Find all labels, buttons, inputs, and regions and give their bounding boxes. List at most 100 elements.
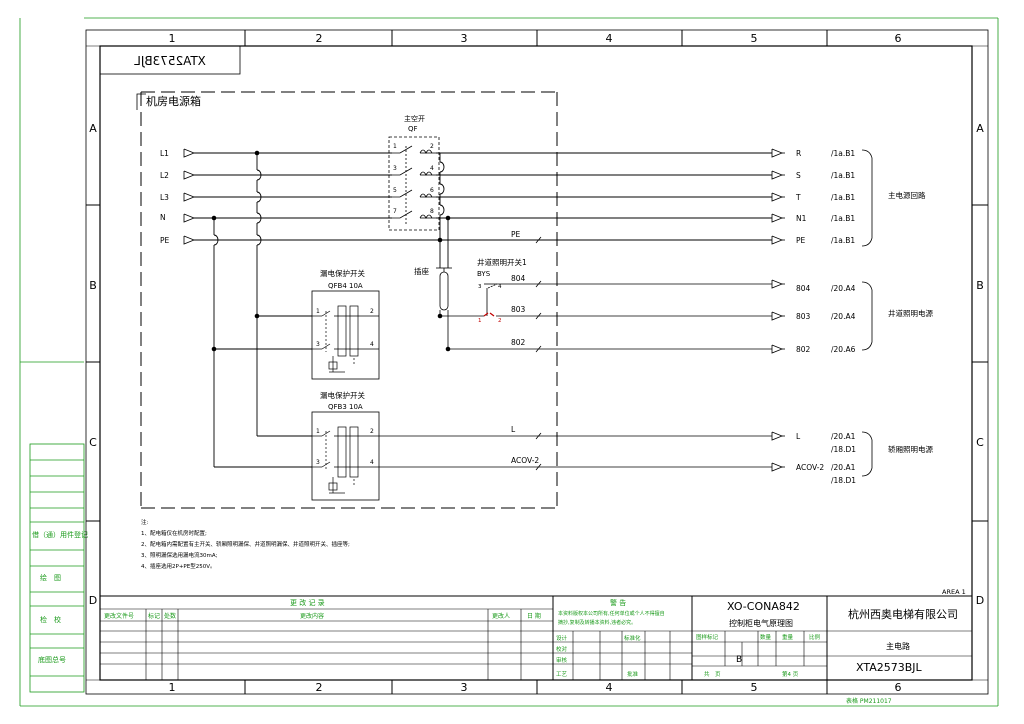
note-head: 注:	[141, 518, 149, 526]
total-pages: 共 页	[704, 670, 721, 678]
rcd1-box	[311, 290, 380, 380]
shaft-wire-803: 803	[511, 305, 526, 314]
rcd2-t3: 3	[316, 459, 320, 466]
input-l1: L1	[160, 149, 169, 158]
warning-line1: 本资料版权本公司所有,任何单位或个人不得擅自	[558, 610, 665, 617]
main-switch-code: QF	[408, 125, 418, 133]
warning-line2: 摘抄,复制及转播本资料,违者必究。	[558, 619, 636, 626]
box-title: 机房电源箱	[146, 94, 201, 108]
main-switch-name: 主空开	[404, 114, 425, 123]
col-1-top: 1	[169, 32, 176, 45]
mirror-code: XTA2573BJL	[134, 54, 206, 68]
out-ref-n1: /1a.B1	[831, 214, 855, 223]
sign-process: 工艺	[556, 671, 568, 678]
note-2: 2、配电箱内需配置有主开关、轿厢照明漏保、井道照明漏保、井道照明开关、插座等;	[141, 540, 350, 548]
qf-t7: 7	[393, 208, 397, 215]
socket-label: 插座	[414, 266, 429, 276]
row-c-right: C	[976, 436, 984, 449]
shaft-wire-804: 804	[511, 274, 526, 283]
shaft-switch-name: 井道照明开关1	[477, 257, 527, 267]
out-car-acov-ref2: /18.D1	[831, 476, 856, 485]
qf-t3: 3	[393, 165, 397, 172]
shaft-switch-code: BYS	[477, 270, 491, 278]
strip-reg: 借（通）用件登记	[32, 530, 88, 539]
rcd1-code: QFB4 10A	[328, 282, 363, 290]
sheet-number: 第4 页	[782, 670, 799, 678]
title-block-lines	[100, 595, 972, 680]
brace-main	[861, 149, 873, 247]
input-pe: PE	[160, 236, 170, 245]
col-5-bottom: 5	[751, 681, 758, 694]
rcd2-name: 漏电保护开关	[320, 390, 365, 400]
sign-design: 设计	[556, 634, 568, 642]
row-a-right: A	[976, 122, 984, 135]
area-label: AREA 1	[942, 588, 966, 596]
shaft-switch-symbol	[440, 283, 772, 350]
rcd2-t1: 1	[316, 428, 320, 435]
note-3: 3、照明漏保选用漏电流30mA;	[141, 551, 218, 559]
main-bus-lines	[194, 152, 772, 468]
out-car-acov-ref1: /20.A1	[831, 463, 856, 472]
sign-check: 校对	[556, 645, 568, 653]
enclosure-dashed	[140, 91, 558, 509]
out-car-acov: ACOV-2	[796, 463, 824, 472]
company-name: 杭州西奥电梯有限公司	[848, 607, 958, 621]
rev-h-date: 日 期	[527, 612, 541, 620]
out-ref-s: /1a.B1	[831, 171, 855, 180]
warning-title: 警 告	[610, 598, 626, 607]
out-wire-t: T	[795, 193, 801, 202]
qf-t5: 5	[393, 187, 397, 194]
rev-h-mark: 标记	[148, 612, 160, 620]
qf-t8: 8	[430, 208, 434, 215]
drawing-code: XTA2573BJL	[856, 661, 923, 674]
col-4-bottom: 4	[606, 681, 613, 694]
socket-symbol	[436, 267, 452, 349]
out-wire-s: S	[796, 171, 801, 180]
bys-t4: 4	[498, 284, 502, 290]
form-code: 表格 PM211017	[846, 697, 892, 705]
rcd2-t2: 2	[370, 428, 374, 435]
row-a-left: A	[89, 122, 97, 135]
out-shaft-804-ref: /20.A4	[831, 284, 856, 293]
input-n: N	[160, 213, 166, 222]
out-shaft-803: 803	[796, 312, 811, 321]
rev-h-count: 处数	[164, 612, 176, 620]
rcd1-t1: 1	[316, 308, 320, 315]
rcd2-code: QFB3 10A	[328, 403, 363, 411]
brace-shaft	[861, 281, 873, 351]
input-l2: L2	[160, 171, 169, 180]
out-ref-r: /1a.B1	[831, 149, 855, 158]
main-switch-box	[388, 136, 440, 231]
rev-h-content: 更改内容	[300, 612, 324, 620]
stage-value: B	[736, 655, 742, 665]
rcd2-t4: 4	[370, 459, 374, 466]
qf-t1: 1	[393, 143, 397, 150]
qf-t6: 6	[430, 187, 434, 194]
bys-t3: 3	[478, 284, 482, 290]
group-shaft-label: 井道照明电源	[888, 308, 933, 318]
row-b-left: B	[89, 279, 97, 292]
car-wire-l: L	[511, 425, 516, 434]
input-l3: L3	[160, 193, 169, 202]
out-ref-pe: /1a.B1	[831, 236, 855, 245]
stage-label: 图样标记	[696, 633, 719, 641]
rcd2-symbol	[312, 426, 772, 494]
out-wire-r: R	[796, 149, 801, 158]
rcd1-t2: 2	[370, 308, 374, 315]
shaft-wire-802: 802	[511, 338, 526, 347]
qf-t2: 2	[430, 143, 434, 150]
rcd1-t4: 4	[370, 341, 374, 348]
row-c-left: C	[89, 436, 97, 449]
strip-dwg: 底图总号	[38, 655, 66, 664]
rev-h-file: 更改文件号	[104, 612, 134, 620]
outer-border	[19, 17, 999, 707]
revision-title: 更 改 记 录	[290, 598, 325, 607]
bys-t2: 2	[498, 318, 502, 324]
junction-dots	[211, 150, 451, 352]
weight-label: 重量	[782, 633, 794, 641]
sign-std: 标准化	[624, 634, 641, 642]
note-1: 1、配电箱仅在机房时配置;	[141, 529, 207, 537]
shaft-switch-red-contact	[483, 312, 495, 317]
strip-check: 检 校	[40, 615, 61, 624]
scale-label: 比例	[809, 633, 821, 641]
